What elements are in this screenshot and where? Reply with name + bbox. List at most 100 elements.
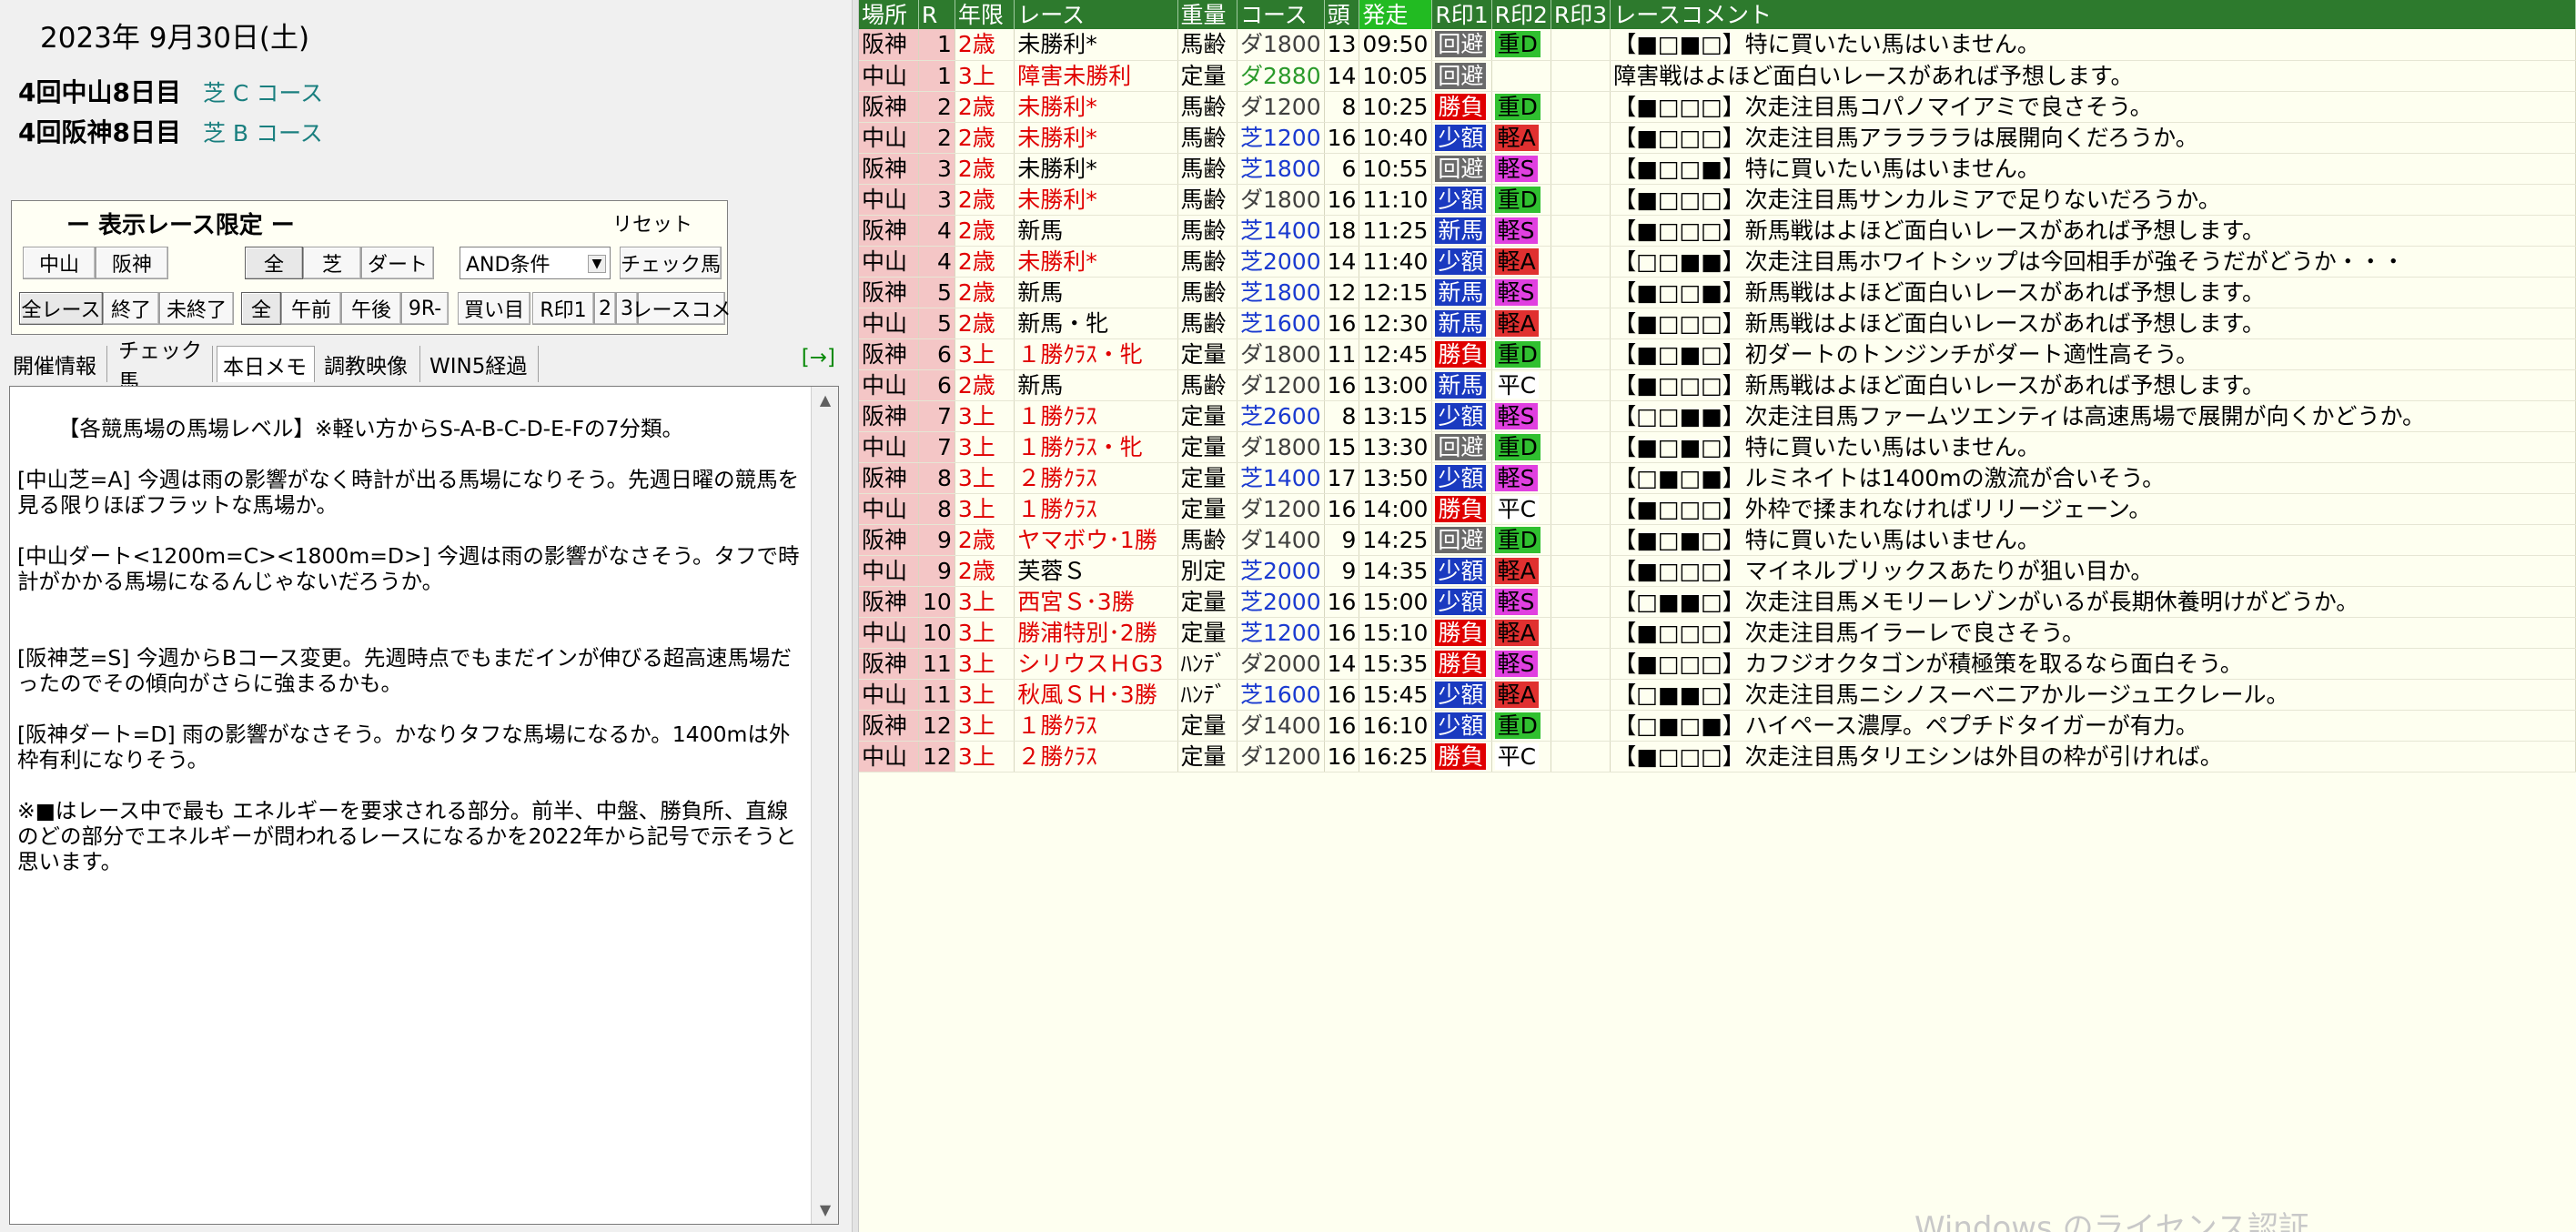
table-row[interactable]: 中山 5 2歳 新馬・牝 馬齢 芝1600 16 12:30 新馬 軽A 【■□□□】新馬戦はよほど… — [859, 308, 2576, 339]
filter-nakayama-button[interactable]: 中山 — [23, 247, 96, 279]
cell-race-number[interactable]: 5 — [918, 277, 955, 308]
cell-place[interactable]: 阪神 — [859, 462, 919, 494]
cell-race-number[interactable]: 11 — [918, 679, 955, 711]
cell-place[interactable]: 阪神 — [859, 400, 919, 432]
cell-place[interactable]: 中山 — [859, 741, 919, 773]
cell-place[interactable]: 阪神 — [859, 153, 919, 185]
race-comment-button[interactable]: レースコメ — [632, 292, 731, 325]
cell-heads[interactable]: 8 — [1324, 400, 1360, 432]
table-row[interactable]: 阪神 6 3上 １勝ｸﾗｽ・牝 定量 ダ1800 11 12:45 勝負 重D 【■□■□】初ダート… — [859, 338, 2576, 370]
cell-course[interactable]: ダ1200 — [1237, 91, 1325, 123]
cell-course[interactable]: ダ1200 — [1237, 493, 1325, 525]
cell-course[interactable]: 芝1800 — [1237, 153, 1325, 185]
cell-rmark1[interactable]: 勝負 — [1431, 91, 1492, 123]
cell-rmark1[interactable]: 少額 — [1431, 679, 1492, 711]
cell-place[interactable]: 中山 — [859, 184, 919, 216]
cell-start-time[interactable]: 13:30 — [1359, 431, 1433, 463]
cell-rmark2[interactable]: 重D — [1491, 29, 1551, 61]
col-header-heads[interactable]: 頭 — [1324, 0, 1360, 29]
cell-heads[interactable]: 16 — [1324, 369, 1360, 401]
cell-comment[interactable]: 【■□□□】外枠で揉まれなければリリージェーン。 — [1610, 493, 2576, 525]
cell-weight[interactable]: 定量 — [1177, 617, 1237, 649]
col-header-rmark2[interactable]: R印2 — [1491, 0, 1551, 29]
cell-rmark1[interactable]: 少額 — [1431, 586, 1492, 618]
cell-rmark2[interactable]: 重D — [1491, 184, 1551, 216]
tab-today-memo[interactable]: 本日メモ — [217, 346, 315, 382]
cell-rmark2[interactable] — [1491, 60, 1551, 92]
cell-rmark2[interactable]: 軽S — [1491, 277, 1551, 308]
cell-place[interactable]: 中山 — [859, 308, 919, 339]
cell-weight[interactable]: ﾊﾝﾃﾞ — [1177, 648, 1237, 680]
scroll-down-icon[interactable]: ▼ — [812, 1197, 838, 1224]
cell-race-name[interactable]: １勝ｸﾗｽ — [1014, 493, 1178, 525]
cell-course[interactable]: 芝2000 — [1237, 246, 1325, 278]
cell-race-number[interactable]: 8 — [918, 462, 955, 494]
cell-place[interactable]: 中山 — [859, 246, 919, 278]
filter-hanshin-button[interactable]: 阪神 — [96, 247, 168, 279]
cell-place[interactable]: 阪神 — [859, 338, 919, 370]
cell-course[interactable]: 芝1400 — [1237, 215, 1325, 247]
cell-rmark1[interactable]: 回避 — [1431, 60, 1492, 92]
cell-race-number[interactable]: 2 — [918, 91, 955, 123]
cell-age[interactable]: 3上 — [955, 493, 1015, 525]
cell-place[interactable]: 中山 — [859, 617, 919, 649]
cell-comment[interactable]: 【□■□■】ハイペース濃厚。ペプチドタイガーが有力。 — [1610, 710, 2576, 742]
cell-course[interactable]: ダ1400 — [1237, 710, 1325, 742]
cell-weight[interactable]: 定量 — [1177, 431, 1237, 463]
cell-start-time[interactable]: 12:30 — [1359, 308, 1433, 339]
cell-heads[interactable]: 14 — [1324, 60, 1360, 92]
table-row[interactable]: 中山 12 3上 ２勝ｸﾗｽ 定量 ダ1200 16 16:25 勝負 平C 【■□□□】次走注目馬… — [859, 741, 2576, 773]
cell-rmark2[interactable]: 軽S — [1491, 400, 1551, 432]
table-row[interactable]: 中山 4 2歳 未勝利* 馬齢 芝2000 14 11:40 少額 軽A 【□□■■】次走注目馬ホワ… — [859, 246, 2576, 278]
cell-age[interactable]: 2歳 — [955, 246, 1015, 278]
table-row[interactable]: 中山 9 2歳 芙蓉Ｓ 別定 芝2000 9 14:35 少額 軽A 【■□□□】マイネルブリックス… — [859, 555, 2576, 587]
cell-start-time[interactable]: 11:25 — [1359, 215, 1433, 247]
cell-start-time[interactable]: 13:00 — [1359, 369, 1433, 401]
cell-comment[interactable]: 【■□■□】特に買いたい馬はいません。 — [1610, 524, 2576, 556]
cell-rmark3[interactable] — [1551, 29, 1611, 61]
cell-age[interactable]: 2歳 — [955, 369, 1015, 401]
cell-race-number[interactable]: 7 — [918, 400, 955, 432]
cell-comment[interactable]: 障害戦はよほど面白いレースがあれば予想します。 — [1610, 60, 2576, 92]
cell-place[interactable]: 中山 — [859, 60, 919, 92]
cell-rmark2[interactable]: 軽S — [1491, 462, 1551, 494]
cell-weight[interactable]: 定量 — [1177, 741, 1237, 773]
cell-rmark1[interactable]: 少額 — [1431, 122, 1492, 154]
cell-age[interactable]: 3上 — [955, 648, 1015, 680]
cell-course[interactable]: ダ1800 — [1237, 338, 1325, 370]
filter-all-surface-button[interactable]: 全 — [245, 247, 303, 279]
cell-heads[interactable]: 15 — [1324, 431, 1360, 463]
cell-heads[interactable]: 8 — [1324, 91, 1360, 123]
cell-place[interactable]: 阪神 — [859, 91, 919, 123]
cell-age[interactable]: 2歳 — [955, 524, 1015, 556]
cell-rmark2[interactable]: 軽A — [1491, 679, 1551, 711]
cell-course[interactable]: ダ1200 — [1237, 741, 1325, 773]
cell-heads[interactable]: 14 — [1324, 648, 1360, 680]
cell-comment[interactable]: 【■□□□】次走注目馬アララララは展開向くだろうか。 — [1610, 122, 2576, 154]
col-header-comment[interactable]: レースコメント — [1610, 0, 2576, 29]
cell-place[interactable]: 中山 — [859, 431, 919, 463]
cell-start-time[interactable]: 14:35 — [1359, 555, 1433, 587]
cell-rmark3[interactable] — [1551, 277, 1611, 308]
cell-race-name[interactable]: 新馬・牝 — [1014, 308, 1178, 339]
table-row[interactable]: 阪神 9 2歳 ヤマボウ･1勝 馬齢 ダ1400 9 14:25 回避 重D 【■□■□】特に買いた… — [859, 524, 2576, 556]
cell-race-number[interactable]: 12 — [918, 741, 955, 773]
cell-place[interactable]: 中山 — [859, 555, 919, 587]
cell-race-name[interactable]: 芙蓉Ｓ — [1014, 555, 1178, 587]
cell-age[interactable]: 3上 — [955, 60, 1015, 92]
chevron-down-icon[interactable]: ▼ — [588, 255, 606, 273]
cell-place[interactable]: 阪神 — [859, 524, 919, 556]
cell-start-time[interactable]: 15:45 — [1359, 679, 1433, 711]
table-row[interactable]: 中山 6 2歳 新馬 馬齢 ダ1200 16 13:00 新馬 平C 【■□□□】新馬戦はよほど面白… — [859, 369, 2576, 401]
cell-age[interactable]: 2歳 — [955, 555, 1015, 587]
cell-weight[interactable]: 定量 — [1177, 400, 1237, 432]
cell-rmark3[interactable] — [1551, 369, 1611, 401]
cell-rmark1[interactable]: 少額 — [1431, 246, 1492, 278]
cell-age[interactable]: 2歳 — [955, 184, 1015, 216]
cell-rmark1[interactable]: 勝負 — [1431, 493, 1492, 525]
cell-start-time[interactable]: 13:50 — [1359, 462, 1433, 494]
cell-race-name[interactable]: １勝ｸﾗｽ・牝 — [1014, 431, 1178, 463]
col-header-race[interactable]: レース — [1014, 0, 1178, 29]
cell-comment[interactable]: 【■□□□】新馬戦はよほど面白いレースがあれば予想します。 — [1610, 308, 2576, 339]
table-row[interactable]: 阪神 12 3上 １勝ｸﾗｽ 定量 ダ1400 16 16:10 少額 重D 【□■□■】ハイペース… — [859, 710, 2576, 742]
